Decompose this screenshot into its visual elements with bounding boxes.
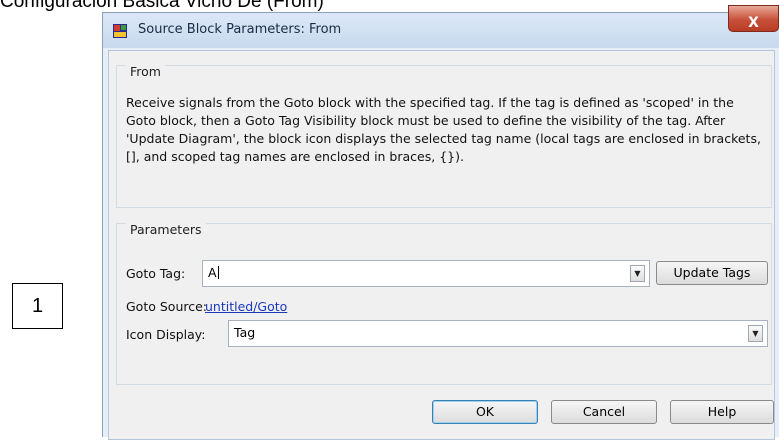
source-block-parameters-dialog: Source Block Parameters: From X From Rec… [102, 5, 779, 440]
goto-tag-label: Goto Tag: [126, 266, 186, 281]
update-tags-button[interactable]: Update Tags [656, 261, 768, 285]
block-description: Receive signals from the Goto block with… [126, 95, 761, 164]
help-button[interactable]: Help [670, 400, 774, 424]
close-icon: X [748, 15, 759, 31]
goto-source-label: Goto Source: [126, 299, 207, 314]
from-groupbox: From Receive signals from the Goto block… [116, 64, 772, 208]
dropdown-arrow-icon[interactable]: ▼ [630, 265, 645, 282]
dropdown-arrow-icon[interactable]: ▼ [748, 325, 763, 342]
goto-tag-combobox[interactable]: A ▼ [202, 260, 650, 287]
title-bar[interactable]: Source Block Parameters: From X [103, 5, 779, 48]
icon-display-value: Tag [234, 325, 256, 340]
ok-button[interactable]: OK [432, 400, 538, 424]
close-button[interactable]: X [728, 5, 779, 32]
goto-source-link[interactable]: untitled/Goto [205, 299, 287, 314]
simulink-block-icon [112, 23, 128, 39]
parameters-groupbox: Parameters Goto Tag: A ▼ Update Tags Got… [116, 222, 772, 385]
icon-display-select[interactable]: Tag ▼ [228, 320, 768, 347]
cancel-button[interactable]: Cancel [551, 400, 657, 424]
from-group-label: From [126, 64, 165, 79]
number-label-box: 1 [12, 283, 63, 329]
parameters-group-label: Parameters [126, 222, 206, 237]
icon-display-label: Icon Display: [126, 327, 206, 342]
goto-tag-value: A [208, 265, 217, 280]
dialog-title: Source Block Parameters: From [138, 22, 342, 37]
dialog-content: From Receive signals from the Goto block… [108, 50, 775, 440]
